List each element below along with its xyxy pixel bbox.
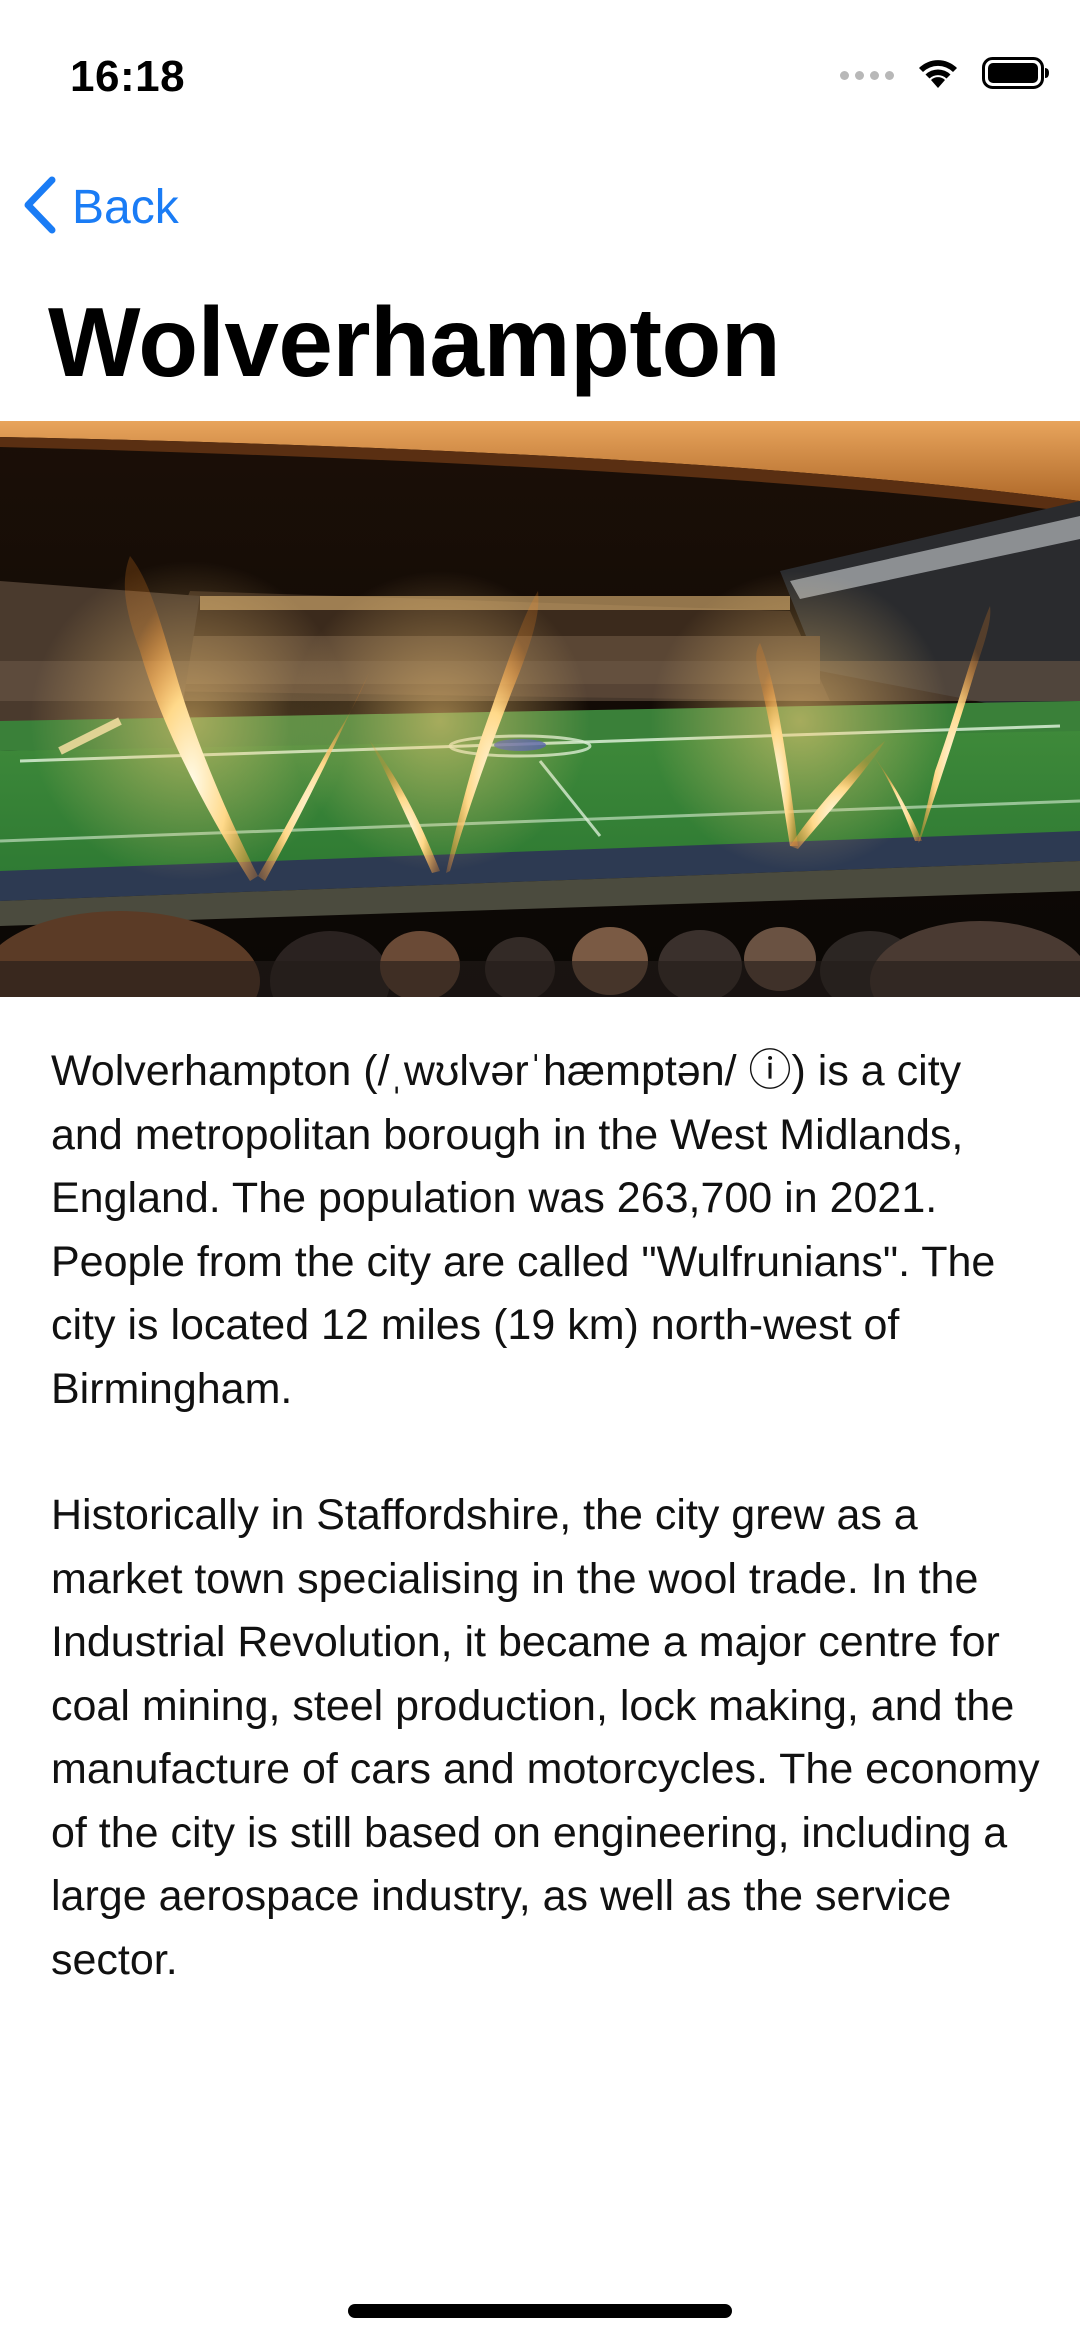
page-title: Wolverhampton	[48, 287, 781, 397]
status-time: 16:18	[70, 52, 186, 101]
back-label: Back	[72, 181, 179, 234]
hero-image	[0, 421, 1080, 997]
home-indicator[interactable]	[348, 2304, 732, 2318]
stadium-fireworks-photo	[0, 421, 1080, 997]
status-bar: 16:18	[0, 0, 1080, 150]
chevron-left-icon	[22, 176, 58, 239]
back-button[interactable]: Back	[22, 176, 179, 239]
article-paragraph: Wolverhampton (/ˌwʊlvərˈhæmptən/ ⓘ) is a…	[51, 1047, 996, 1413]
article-body: Wolverhampton (/ˌwʊlvərˈhæmptən/ ⓘ) is a…	[51, 1040, 1041, 2055]
article-paragraph: Historically in Staffordshire, the city …	[51, 1491, 1040, 1984]
status-icons	[840, 56, 1050, 95]
cellular-dots-icon	[840, 71, 894, 80]
battery-icon	[982, 56, 1050, 95]
wifi-icon	[916, 56, 960, 95]
